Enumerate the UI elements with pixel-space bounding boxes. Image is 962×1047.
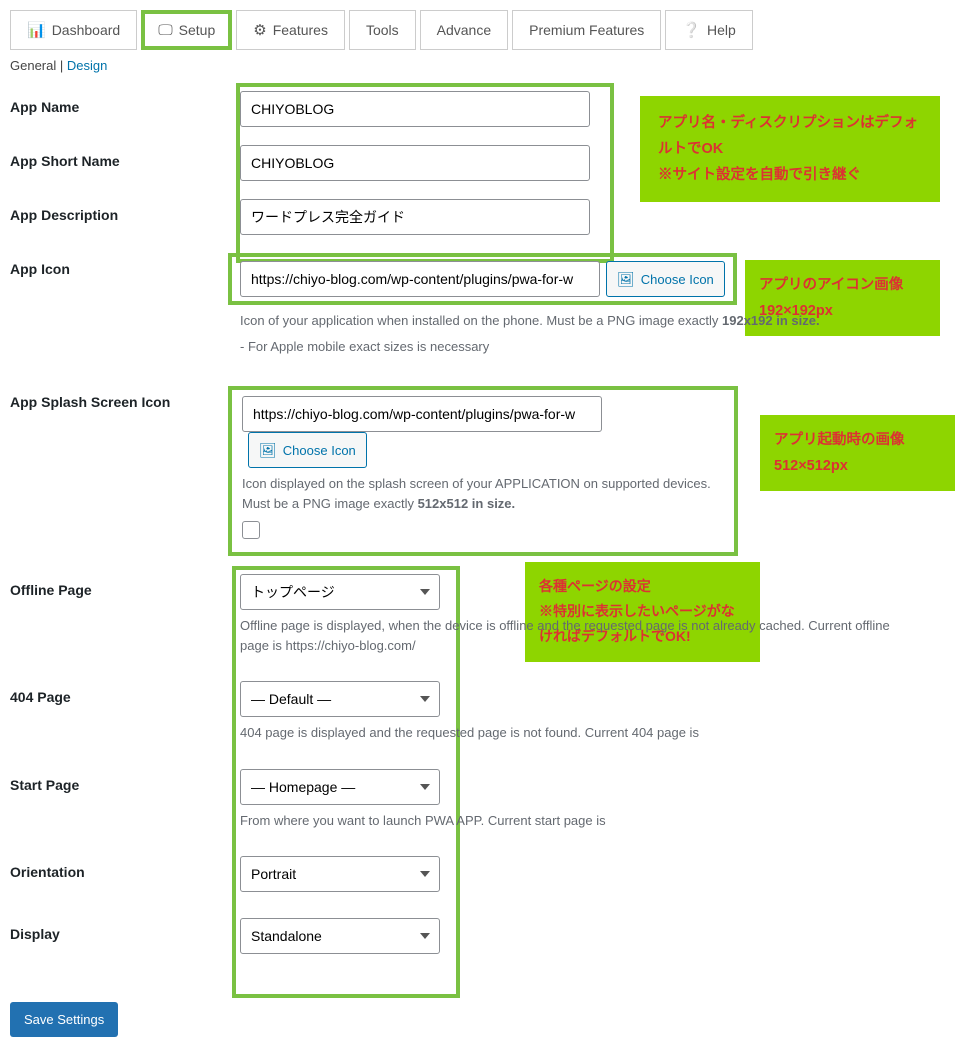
button-label: Choose Icon: [641, 272, 714, 287]
label-offline-page: Offline Page: [10, 574, 240, 598]
app-icon-input[interactable]: [240, 261, 600, 297]
tab-setup[interactable]: 🖵 Setup: [141, 10, 232, 50]
setup-icon: 🖵: [158, 22, 172, 39]
help-text: Icon of your application when installed …: [240, 311, 952, 331]
splash-checkbox[interactable]: [242, 521, 260, 539]
highlight-box-icon: 🖼 Choose Icon: [228, 253, 737, 305]
label-display: Display: [10, 918, 240, 942]
app-description-input[interactable]: [240, 199, 590, 235]
start-page-select[interactable]: — Homepage —: [240, 769, 440, 805]
tab-label: Premium Features: [529, 22, 644, 38]
tab-dashboard[interactable]: 📊 Dashboard: [10, 10, 137, 50]
display-select[interactable]: Standalone: [240, 918, 440, 954]
nav-tabs: 📊 Dashboard 🖵 Setup ⚙ Features Tools Advanc…: [10, 10, 952, 50]
tab-label: Features: [273, 22, 328, 38]
tab-label: Tools: [366, 22, 399, 38]
help-text: From where you want to launch PWA APP. C…: [240, 811, 952, 831]
label-app-icon: App Icon: [10, 253, 240, 277]
help-text: 404 page is displayed and the requested …: [240, 723, 952, 743]
gear-icon: ⚙: [253, 21, 266, 39]
choose-splash-button[interactable]: 🖼 Choose Icon: [248, 432, 367, 468]
404-page-select[interactable]: — Default —: [240, 681, 440, 717]
image-icon: 🖼: [259, 442, 277, 459]
offline-page-select[interactable]: トップページ: [240, 574, 440, 610]
help-text: - For Apple mobile exact sizes is necess…: [240, 337, 952, 357]
help-text: Icon displayed on the splash screen of y…: [242, 474, 724, 513]
app-short-name-input[interactable]: [240, 145, 590, 181]
tab-label: Advance: [437, 22, 491, 38]
label-404-page: 404 Page: [10, 681, 240, 705]
choose-icon-button[interactable]: 🖼 Choose Icon: [606, 261, 725, 297]
tab-advance[interactable]: Advance: [420, 10, 508, 50]
sub-tabs: General | Design: [10, 58, 952, 73]
app-name-input[interactable]: [240, 91, 590, 127]
tab-label: Help: [707, 22, 736, 38]
image-icon: 🖼: [617, 271, 635, 288]
help-icon: ❔: [682, 21, 701, 39]
label-app-short-name: App Short Name: [10, 145, 240, 169]
label-splash-icon: App Splash Screen Icon: [10, 386, 240, 410]
splash-icon-input[interactable]: [242, 396, 602, 432]
label-app-description: App Description: [10, 199, 240, 223]
help-text: Offline page is displayed, when the devi…: [240, 616, 910, 655]
label-orientation: Orientation: [10, 856, 240, 880]
tab-help[interactable]: ❔ Help: [665, 10, 752, 50]
separator: |: [56, 58, 67, 73]
tab-label: Setup: [179, 22, 216, 38]
save-settings-button[interactable]: Save Settings: [10, 1002, 118, 1037]
label-start-page: Start Page: [10, 769, 240, 793]
highlight-box-splash: 🖼 Choose Icon Icon displayed on the splas…: [228, 386, 738, 556]
orientation-select[interactable]: Portrait: [240, 856, 440, 892]
tab-premium[interactable]: Premium Features: [512, 10, 661, 50]
button-label: Choose Icon: [283, 443, 356, 458]
tab-features[interactable]: ⚙ Features: [236, 10, 345, 50]
dashboard-icon: 📊: [27, 21, 46, 39]
subtab-design[interactable]: Design: [67, 58, 107, 73]
subtab-general[interactable]: General: [10, 58, 56, 73]
tab-tools[interactable]: Tools: [349, 10, 416, 50]
label-app-name: App Name: [10, 91, 240, 115]
tab-label: Dashboard: [52, 22, 121, 38]
